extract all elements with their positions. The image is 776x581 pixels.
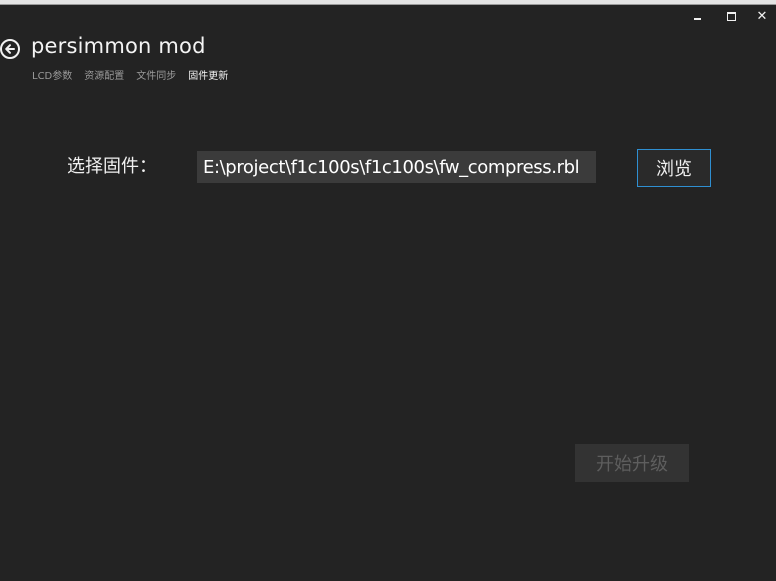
background-window-strip bbox=[0, 0, 776, 5]
maximize-button[interactable] bbox=[714, 6, 748, 26]
tab-file-sync[interactable]: 文件同步 bbox=[136, 67, 176, 82]
browse-button[interactable]: 浏览 bbox=[637, 149, 711, 187]
page-title: persimmon mod bbox=[31, 34, 206, 58]
back-button[interactable] bbox=[0, 39, 20, 59]
window-controls: ✕ bbox=[680, 6, 776, 26]
minimize-button[interactable] bbox=[680, 6, 714, 26]
maximize-icon bbox=[726, 11, 736, 21]
tab-lcd-params[interactable]: LCD参数 bbox=[32, 67, 72, 82]
minimize-icon bbox=[693, 18, 701, 20]
close-button[interactable]: ✕ bbox=[748, 6, 776, 26]
tab-firmware-update[interactable]: 固件更新 bbox=[188, 67, 228, 82]
arrow-left-icon bbox=[5, 44, 15, 54]
start-upgrade-button[interactable]: 开始升级 bbox=[575, 444, 689, 482]
app-window: ✕ persimmon mod LCD参数 资源配置 文件同步 固件更新 选择固… bbox=[0, 0, 776, 581]
close-icon: ✕ bbox=[756, 8, 768, 24]
tab-bar: LCD参数 资源配置 文件同步 固件更新 bbox=[32, 67, 228, 82]
tab-resource-config[interactable]: 资源配置 bbox=[84, 67, 124, 82]
firmware-path-input[interactable] bbox=[197, 151, 596, 183]
select-firmware-label: 选择固件： bbox=[67, 156, 157, 177]
